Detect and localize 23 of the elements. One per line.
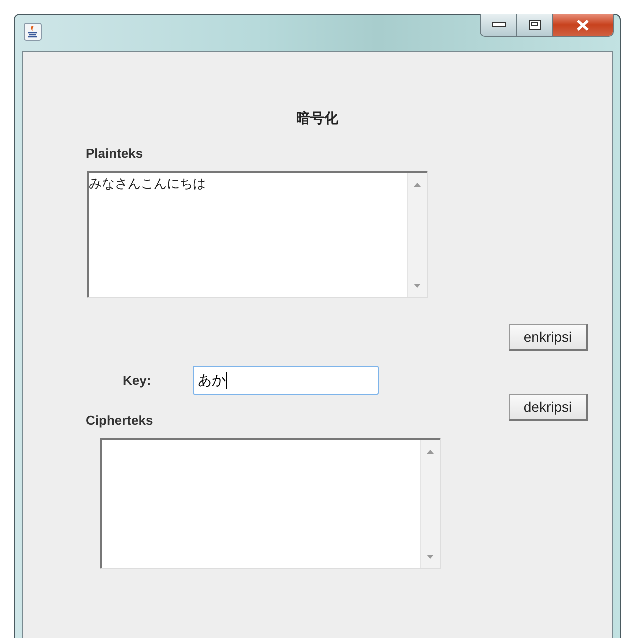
- plaintext-label: Plainteks: [86, 146, 144, 161]
- minimize-button[interactable]: [481, 14, 517, 36]
- plaintext-area[interactable]: みなさんこんにちは: [87, 171, 428, 298]
- scroll-down-icon: [414, 284, 421, 288]
- action-button[interactable]: dekripsi: [509, 394, 588, 421]
- key-label: Key:: [123, 373, 152, 388]
- plaintext-value: みなさんこんにちは: [89, 176, 207, 194]
- scroll-up-icon: [414, 183, 421, 187]
- cup-icon: [24, 23, 42, 41]
- ciphertext-area[interactable]: [100, 438, 441, 569]
- maximize-icon: [528, 20, 540, 30]
- heading: 暗号化: [296, 110, 340, 128]
- minimize-icon: [492, 22, 506, 28]
- key-field[interactable]: あか: [193, 366, 380, 395]
- maximize-button[interactable]: [517, 14, 553, 36]
- scroll-down-icon: [427, 555, 434, 559]
- action-button[interactable]: enkripsi: [509, 324, 588, 351]
- scrollbar[interactable]: [420, 440, 440, 568]
- scrollbar[interactable]: [407, 173, 427, 297]
- close-icon: [576, 20, 590, 30]
- close-button[interactable]: [553, 14, 613, 36]
- ciphertext-label: Cipherteks: [86, 413, 154, 428]
- scroll-up-icon: [427, 450, 434, 454]
